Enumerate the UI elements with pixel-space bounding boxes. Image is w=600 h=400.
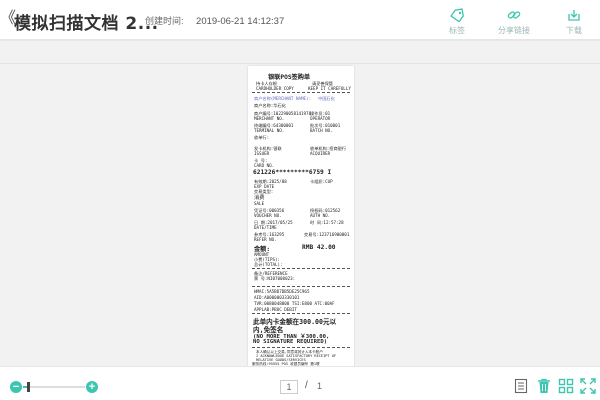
receipt-line: OPERATOR (310, 116, 331, 121)
share-link-button[interactable]: 分享链接 (494, 8, 534, 38)
receipt-line: MERCHANT NO. (254, 116, 285, 121)
receipt-limit-en2: NO SIGNATURE REQUIRED) (253, 339, 328, 345)
share-link-label: 分享链接 (498, 26, 530, 35)
receipt-line: TVR:0080048000 TSI:E800 ATC:00AF (254, 301, 335, 306)
back-button[interactable]: 《 (0, 8, 16, 30)
receipt-amount-value: RMB 42.00 (302, 244, 336, 251)
receipt-card-number: 621226*********6759 I (253, 169, 332, 176)
receipt-sub-right-en: KEEP IT CAREFULLY (308, 86, 351, 91)
receipt-divider (252, 313, 350, 314)
receipt-line: 商户名称:华石化 (254, 103, 286, 108)
receipt-line: 票 号:NI07008023: (254, 276, 296, 281)
viewer-divider (0, 63, 600, 64)
delete-button[interactable] (535, 377, 553, 395)
receipt-line: ISSUER (254, 151, 270, 156)
receipt-line: 时 间:12:57:28 (310, 220, 344, 225)
receipt-divider (252, 268, 350, 269)
page-separator: / (305, 380, 308, 391)
header-bar: 《 模拟扫描文档 2... 创建时间: 2019-06-21 14:12:37 … (0, 0, 600, 40)
zoom-out-button[interactable]: − (10, 381, 22, 393)
download-label: 下载 (566, 26, 582, 35)
receipt-line: HMAC:5A5BD7DB5DE25C965 (254, 289, 310, 294)
current-page-input[interactable]: 1 (280, 380, 298, 394)
receipt-sub-left-en: CARDHOLDER COPY (256, 86, 294, 91)
scanned-receipt-page: 银联POS签购单 持卡人存根 请妥善保管 CARDHOLDER COPY KEE… (248, 66, 354, 368)
receipt-merchant-name-label: 商户名称(MERCHANT NAME): (254, 96, 312, 101)
trash-icon (538, 378, 550, 393)
receipt-line: APPLAB:PBOC DEBIT (254, 307, 297, 312)
receipt-line: VOUCHER NO. (254, 213, 282, 218)
list-view-icon (514, 378, 528, 394)
receipt-line: BATCH NO. (310, 128, 333, 133)
footer-toolbar: − + 1 / 1 (0, 366, 600, 400)
receipt-divider (252, 92, 350, 93)
grid-view-button[interactable] (557, 377, 575, 395)
receipt-line: SALE (254, 201, 265, 206)
receipt-divider (252, 347, 350, 348)
fullscreen-button[interactable] (579, 377, 597, 395)
zoom-in-button[interactable]: + (86, 381, 98, 393)
receipt-divider (252, 286, 350, 287)
tag-label: 标签 (449, 26, 465, 35)
receipt-line: 交易号:123716900001 (304, 232, 350, 237)
list-view-button[interactable] (512, 377, 530, 395)
document-title: 模拟扫描文档 2... (14, 14, 159, 34)
receipt-line: CARD NO. (254, 163, 275, 168)
tag-button[interactable]: 标签 (437, 8, 477, 38)
receipt-line: 卡组织:CUP (310, 179, 333, 184)
zoom-slider[interactable] (23, 382, 85, 392)
receipt-line: ACQUIRER (310, 151, 331, 156)
receipt-line: TERMINAL NO. (254, 128, 285, 133)
receipt-line: DATE/TIME (254, 225, 277, 230)
download-button[interactable]: 下载 (554, 8, 594, 38)
receipt-title: 银联POS签购单 (268, 74, 311, 81)
link-icon (507, 11, 521, 19)
zoom-slider-thumb[interactable] (26, 382, 30, 392)
created-time-value: 2019-06-21 14:12:37 (196, 16, 285, 27)
total-pages: 1 (317, 381, 323, 391)
receipt-line: 消费 (254, 195, 265, 201)
receipt-line: 收单行: (254, 135, 270, 140)
download-icon (568, 10, 580, 21)
receipt-merchant-name: 中国石化 (318, 96, 335, 101)
tag-icon (450, 8, 464, 22)
created-time: 创建时间: 2019-06-21 14:12:37 (145, 14, 284, 27)
created-time-label: 创建时间: (145, 16, 184, 26)
receipt-line: AID:A0000003330101 (254, 295, 300, 300)
receipt-line: AUTH NO. (310, 213, 331, 218)
receipt-line: REFER NO. (254, 237, 277, 242)
grid-view-icon (558, 378, 574, 394)
fullscreen-icon (580, 378, 596, 394)
